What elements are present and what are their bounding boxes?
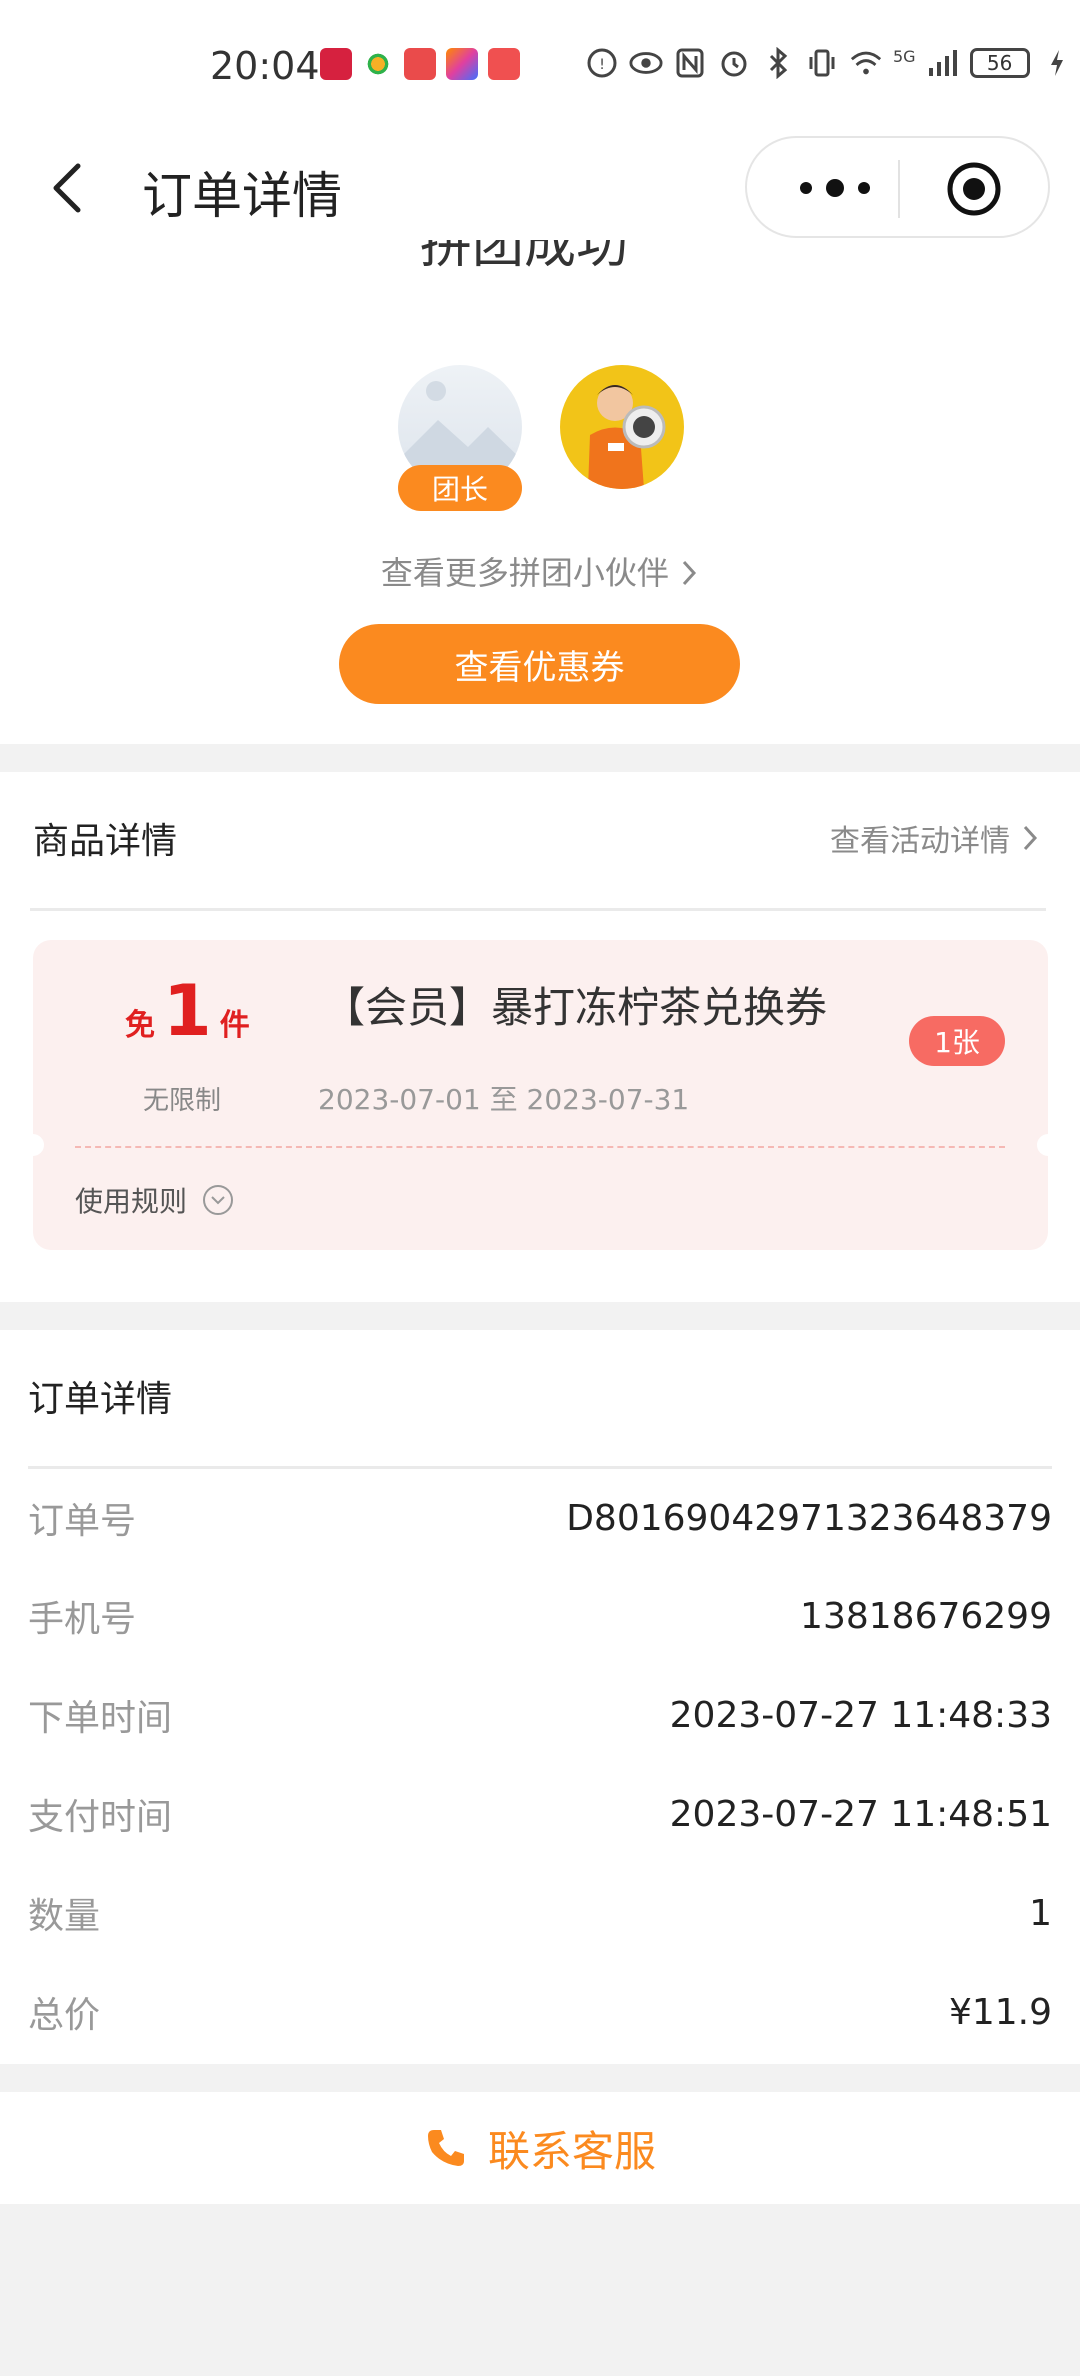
- group-status-title: 拼团成功: [420, 240, 629, 275]
- order-row-total-price: 总价 ¥11.9: [28, 1982, 1052, 2042]
- coupon-name: 【会员】暴打冻柠茶兑换券: [323, 983, 828, 1032]
- usage-rules-toggle[interactable]: 使用规则: [75, 1180, 235, 1220]
- free-item-label: 免 1 件: [125, 970, 250, 1052]
- svg-text:!: !: [599, 57, 605, 73]
- free-prefix: 免: [125, 1008, 155, 1043]
- section-divider: [28, 1466, 1052, 1469]
- chevron-right-icon: [682, 560, 697, 586]
- back-button[interactable]: [40, 156, 100, 220]
- order-row-quantity: 数量 1: [28, 1883, 1052, 1943]
- order-label: 手机号: [28, 1599, 137, 1640]
- leader-badge: 团长: [398, 465, 522, 511]
- order-value: 13818676299: [800, 1595, 1052, 1637]
- contact-service-button[interactable]: 联系客服: [0, 2092, 1080, 2204]
- coupon-validity: 2023-07-01 至 2023-07-31: [318, 1083, 690, 1116]
- activity-details-label: 查看活动详情: [830, 824, 1010, 859]
- bluetooth-icon: [761, 46, 795, 80]
- target-close-icon: [947, 162, 1001, 216]
- order-section-title: 订单详情: [28, 1379, 173, 1420]
- status-bar: 20:04 ! 5G 56: [0, 0, 1080, 136]
- order-row-phone: 手机号 13818676299: [28, 1586, 1052, 1646]
- order-value: 2023-07-27 11:48:51: [669, 1793, 1052, 1835]
- child-astronaut-photo: [588, 385, 666, 489]
- app-notification-icon: [446, 48, 478, 80]
- capsule-divider: [898, 160, 900, 218]
- member-avatar[interactable]: [560, 365, 684, 489]
- order-label: 支付时间: [28, 1797, 173, 1838]
- app-notification-icon: [320, 48, 352, 80]
- order-value: 2023-07-27 11:48:33: [669, 1694, 1052, 1736]
- more-dots-icon: [800, 182, 812, 194]
- phone-icon: [427, 2130, 464, 2166]
- order-row-pay-time: 支付时间 2023-07-27 11:48:51: [28, 1784, 1052, 1844]
- app-notification-icon: [362, 48, 394, 80]
- chevron-right-icon: [1023, 825, 1038, 851]
- order-label: 总价: [28, 1995, 101, 2036]
- chevron-down-circle-icon: [203, 1185, 234, 1215]
- order-value: 1: [1029, 1892, 1052, 1934]
- coupon-dashed-divider: [75, 1146, 1005, 1148]
- status-icons: ! 5G 56: [585, 46, 1074, 80]
- order-value[interactable]: D80169042971323648379: [566, 1498, 1052, 1539]
- quantity-badge: 1张: [909, 1016, 1005, 1066]
- vibrate-icon: [805, 46, 839, 80]
- order-label: 数量: [28, 1896, 101, 1937]
- page-title: 订单详情: [142, 167, 342, 225]
- app-notification-icon: [404, 48, 436, 80]
- usage-rules-label: 使用规则: [75, 1185, 188, 1218]
- miniprogram-capsule: [745, 136, 1050, 238]
- more-partners-link[interactable]: 查看更多拼团小伙伴: [0, 548, 1080, 594]
- nfc-icon: [673, 46, 707, 80]
- more-partners-label: 查看更多拼团小伙伴: [380, 554, 669, 592]
- data-saver-icon: !: [585, 46, 619, 80]
- activity-details-link[interactable]: 查看活动详情: [830, 816, 1040, 860]
- signal-icon: [926, 46, 960, 80]
- more-dots-icon: [826, 179, 844, 197]
- view-coupon-button[interactable]: 查看优惠券: [339, 624, 740, 704]
- close-miniprogram-button[interactable]: [945, 160, 1003, 218]
- order-row-order-number: 订单号 D80169042971323648379: [28, 1488, 1052, 1548]
- nav-bar: 订单详情: [0, 136, 1080, 240]
- order-row-order-time: 下单时间 2023-07-27 11:48:33: [28, 1685, 1052, 1745]
- coupon-notch: [1037, 1134, 1059, 1156]
- more-button[interactable]: [785, 163, 885, 213]
- product-section-title: 商品详情: [33, 821, 178, 862]
- charging-icon: [1040, 46, 1074, 80]
- section-divider: [30, 908, 1046, 911]
- battery-indicator: 56: [969, 48, 1030, 78]
- order-details-section: 订单详情 订单号 D80169042971323648379 手机号 13818…: [0, 1330, 1080, 2064]
- free-count: 1: [163, 970, 212, 1052]
- coupon-card[interactable]: 免 1 件 无限制 【会员】暴打冻柠茶兑换券 2023-07-01 至 2023…: [22, 940, 1059, 1250]
- order-value: ¥11.9: [948, 1991, 1052, 2033]
- notification-icons: [320, 48, 520, 80]
- coupon-notch: [22, 1134, 44, 1156]
- order-label: 订单号: [28, 1501, 137, 1542]
- wifi-icon: [849, 46, 883, 80]
- usage-limit: 无限制: [143, 1086, 222, 1116]
- alarm-icon: [717, 46, 751, 80]
- order-label: 下单时间: [28, 1698, 173, 1739]
- product-details-section: 商品详情 查看活动详情 免 1 件 无限制 【会员】暴打冻柠茶兑换券 2023-…: [0, 772, 1080, 1302]
- app-notification-icon: [488, 48, 520, 80]
- more-dots-icon: [858, 182, 870, 194]
- network-type: 5G: [893, 46, 916, 66]
- free-unit: 件: [219, 1008, 250, 1043]
- chevron-left-icon: [53, 163, 81, 213]
- group-buy-section: 拼团成功 团长 查看更多拼团小伙伴 查看优惠券: [0, 240, 1080, 744]
- contact-service-label: 联系客服: [487, 2126, 656, 2176]
- eye-icon: [629, 46, 663, 80]
- status-time: 20:04: [210, 44, 320, 88]
